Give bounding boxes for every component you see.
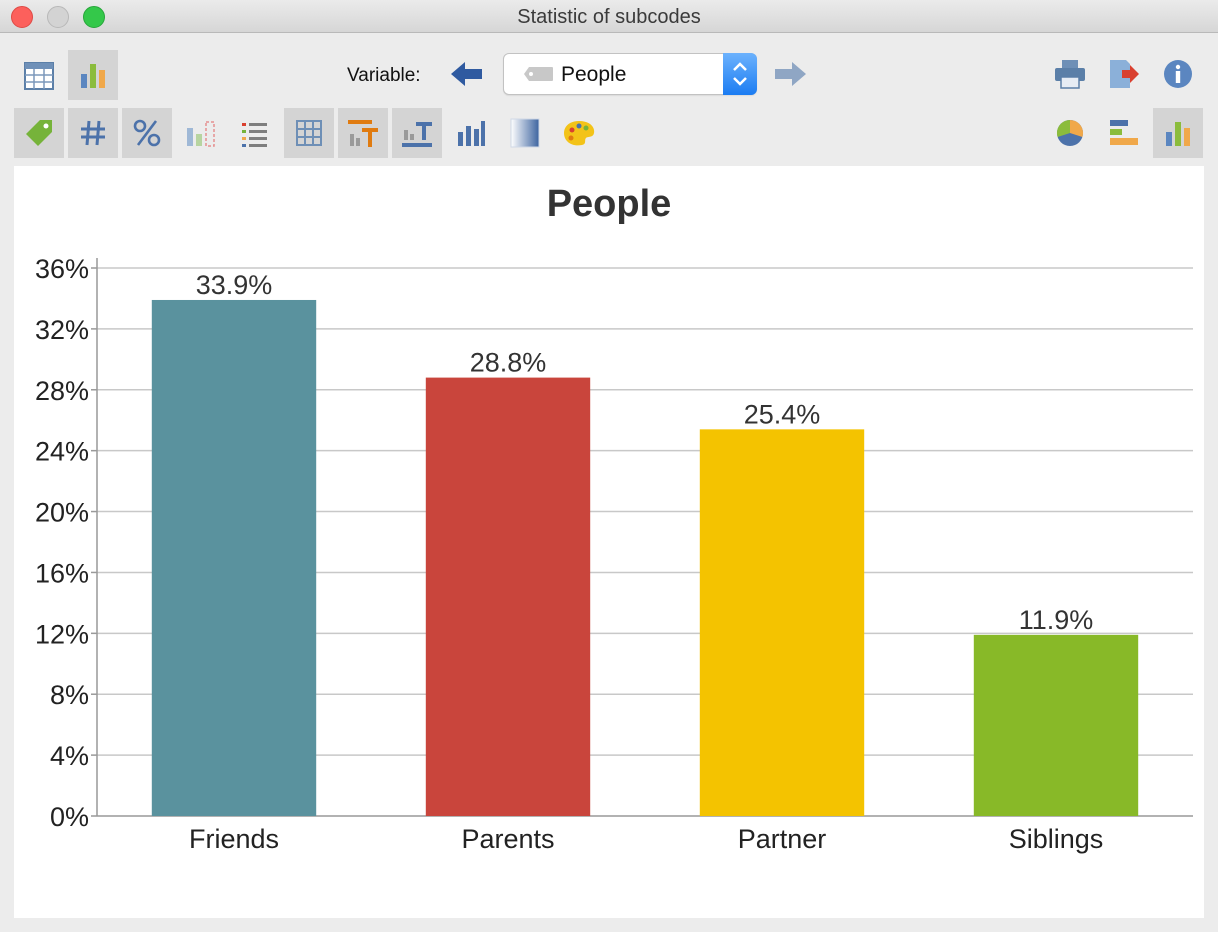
arrow-right-icon [775, 62, 806, 86]
data-label: 25.4% [744, 399, 821, 429]
export-icon [1110, 60, 1139, 88]
bar-partner [699, 429, 865, 816]
grid-icon [296, 120, 322, 146]
previous-variable-button[interactable] [443, 49, 491, 99]
data-label: 11.9% [1019, 605, 1094, 635]
pie-chart-icon [1056, 119, 1084, 146]
horizontal-bar-type-button[interactable] [1099, 108, 1149, 158]
chart-view-icon [81, 64, 105, 88]
variable-select[interactable]: People [503, 53, 757, 95]
tag-icon [524, 67, 553, 81]
title-text-icon [348, 120, 378, 147]
color-palette-button[interactable] [554, 108, 604, 158]
palette-icon [564, 121, 595, 146]
legend-button[interactable] [230, 108, 280, 158]
data-labels-button[interactable] [392, 108, 442, 158]
tag-icon [26, 120, 52, 146]
y-tick-label: 12% [35, 619, 89, 649]
list-icon [242, 123, 267, 147]
chart-view-button[interactable] [68, 50, 118, 100]
format-toolbar [0, 100, 1218, 166]
y-tick-label: 20% [35, 498, 89, 528]
show-frequencies-button[interactable] [68, 108, 118, 158]
bar-friends [151, 299, 317, 816]
axis-button[interactable] [446, 108, 496, 158]
bar-siblings [973, 634, 1139, 816]
show-percentages-button[interactable] [122, 108, 172, 158]
vertical-bar-icon [1166, 122, 1190, 146]
chart-panel: People 0% 4% 8% 12% 16% 20% 24% 28% 32% 36% 33.9%… [14, 166, 1204, 918]
main-toolbar: Variable: People [0, 33, 1218, 100]
y-tick-label: 36% [35, 254, 89, 284]
y-tick-label: 16% [35, 558, 89, 588]
show-labels-button[interactable] [14, 108, 64, 158]
y-tick-label: 4% [50, 741, 89, 771]
percent-icon [133, 119, 161, 147]
horizontal-bar-icon [1110, 120, 1138, 145]
gridlines-button[interactable] [284, 108, 334, 158]
select-stepper[interactable] [723, 53, 757, 95]
x-tick-label: Parents [461, 824, 554, 854]
pie-chart-type-button[interactable] [1045, 108, 1095, 158]
y-tick-label: 0% [50, 802, 89, 832]
y-tick-label: 32% [35, 315, 89, 345]
y-tick-label: 24% [35, 437, 89, 467]
next-variable-button[interactable] [766, 49, 814, 99]
info-button[interactable] [1153, 49, 1203, 99]
hash-icon [81, 120, 105, 146]
data-label: 28.8% [470, 348, 547, 378]
table-view-icon [24, 62, 54, 90]
missing-values-icon [187, 121, 215, 147]
print-icon [1055, 60, 1085, 89]
bar-chart-icon [458, 121, 485, 146]
gradient-button[interactable] [500, 108, 550, 158]
export-button[interactable] [1099, 49, 1149, 99]
chevron-updown-icon [733, 62, 747, 86]
x-tick-label: Partner [738, 824, 827, 854]
bar-chart: People 0% 4% 8% 12% 16% 20% 24% 28% 32% 36% 33.9%… [35, 183, 1193, 854]
vertical-bar-type-button[interactable] [1153, 108, 1203, 158]
x-tick-label: Siblings [1009, 824, 1104, 854]
info-icon [1164, 60, 1192, 88]
arrow-left-icon [451, 62, 482, 86]
bar-parents [425, 377, 591, 816]
y-tick-label: 28% [35, 376, 89, 406]
data-label: 33.9% [196, 270, 273, 300]
print-button[interactable] [1045, 49, 1095, 99]
chart-title: People [547, 183, 672, 225]
window-title: Statistic of subcodes [517, 6, 701, 28]
table-view-button[interactable] [14, 51, 64, 101]
x-tick-label: Friends [189, 824, 279, 854]
missing-values-button[interactable] [176, 108, 226, 158]
variable-select-value: People [561, 63, 627, 86]
title-bar: Statistic of subcodes [0, 0, 1218, 33]
y-tick-label: 8% [50, 680, 89, 710]
variable-label: Variable: [347, 65, 421, 86]
chart-title-button[interactable] [338, 108, 388, 158]
gradient-icon [510, 118, 540, 148]
label-text-icon [402, 122, 432, 147]
